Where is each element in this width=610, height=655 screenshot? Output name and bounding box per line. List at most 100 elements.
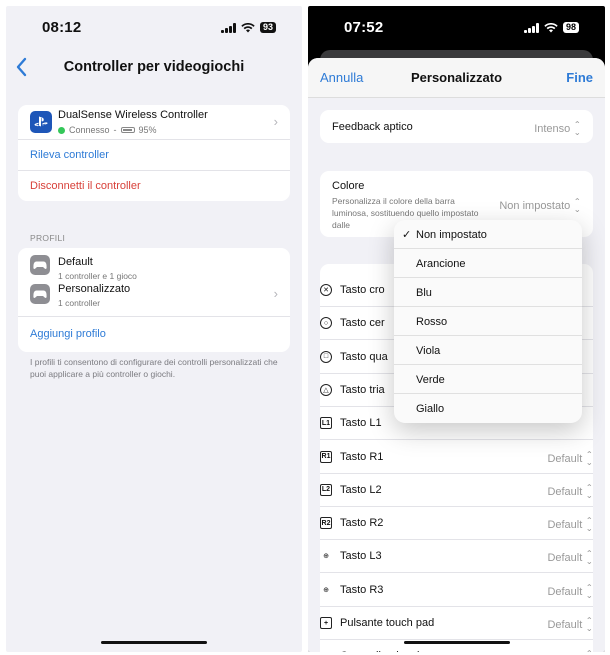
r3-button-icon: ⊕ [323,586,329,594]
button-mapping-label: Tasto R3 [340,583,384,596]
wifi-icon [544,22,558,32]
profile-editor-sheet: Annulla Personalizzato Fine Feedback apt… [308,58,605,652]
button-mapping-value[interactable]: Default⌃⌄ [547,450,593,467]
detect-controller-button[interactable]: Rileva controller [18,140,290,170]
left-phone-screen: 08:12 93 Controller per videogiochi Dual… [6,6,302,652]
sheet-header: Annulla Personalizzato Fine [308,58,605,98]
color-option[interactable]: Giallo [394,394,582,423]
done-button[interactable]: Fine [566,70,593,85]
chevron-up-down-icon: ⌃⌄ [586,650,593,652]
profile-subtitle: 1 controller [58,298,101,308]
button-mapping-label: Tasto cro [340,284,385,296]
button-mapping-label: Pulsante touch pad [340,617,435,629]
right-phone-screen: 07:52 98 Annulla Personalizzato Fine Fee… [308,6,605,652]
button-mapping-value[interactable]: Default⌃⌄ [547,482,594,500]
home-indicator [101,640,207,644]
button-mapping-row[interactable]: ⊕ Tasto L3 Default ⌃ ⌄ [320,540,593,574]
color-option[interactable]: Blu [394,278,582,307]
navigation-bar: Controller per videogiochi [6,50,302,86]
gamepad-icon [30,284,50,304]
status-time: 07:52 [344,19,384,36]
dpad-button-icon: ✣ [320,650,332,652]
button-mapping-value[interactable]: Default⌃⌄ [547,617,593,633]
haptic-value-text: Intenso [534,123,571,135]
button-mapping-row[interactable]: L2 Tasto L2 Default ⌃ ⌄ [320,474,593,507]
controller-row[interactable]: DualSense Wireless Controller Connesso -… [18,105,290,140]
button-mapping-label: Tasto R2 [340,517,384,530]
checkmark-icon: ✓ [402,229,412,241]
controller-state: Connesso [69,125,110,135]
battery-icon [120,127,135,133]
profile-row-personalizzato[interactable]: Personalizzato 1 controller › [18,280,290,317]
wifi-icon [241,22,255,32]
profiles-card: Default 1 controller e 1 gioco Personali… [18,248,290,352]
l1-button-icon: L1 [320,417,332,430]
status-bar: 07:52 98 [308,6,605,50]
touchpad-button-icon: + [320,617,332,629]
r1-button-icon: R1 [320,450,332,463]
status-icons: 93 [221,22,276,33]
button-mapping-label: Tasto R1 [340,450,384,463]
chevron-up-down-icon: ⌃⌄ [585,549,594,567]
triangle-button-icon: △ [320,383,332,396]
button-mapping-row[interactable]: + Pulsante touch pad Default ⌃ ⌄ [320,607,593,640]
controller-card: DualSense Wireless Controller Connesso -… [18,105,290,201]
cross-button-icon: ✕ [320,284,332,296]
add-profile-row[interactable]: Aggiungi profilo [18,317,290,352]
disconnect-controller-row[interactable]: Disconnetti il controller [18,171,290,201]
button-mapping-value[interactable]: Default⌃⌄ [547,650,593,652]
button-mapping-label: Tasto qua [340,350,388,363]
color-value[interactable]: Non impostato ⌃ ⌄ [499,198,581,214]
haptic-value[interactable]: Intenso ⌃ ⌄ [534,121,581,137]
color-option[interactable]: Viola [394,336,582,365]
button-mapping-value-text: Default [547,585,583,598]
chevron-up-down-icon: ⌃⌄ [573,120,582,137]
color-value-text: Non impostato [499,200,571,212]
button-mapping-label: Tasto L3 [340,550,382,563]
detect-controller-row[interactable]: Rileva controller [18,140,290,171]
chevron-right-icon: › [273,286,278,301]
chevron-up-down-icon: ⌃⌄ [585,582,594,600]
button-mapping-label: Tasto L2 [340,483,382,496]
home-indicator [403,640,510,644]
controller-battery: 95% [138,125,157,135]
r2-button-icon: R2 [320,517,332,530]
chevron-up-down-icon: ⌃⌄ [585,482,594,500]
color-option[interactable]: Arancione [394,249,582,278]
playstation-logo-icon [30,111,52,133]
cellular-signal-icon [221,22,236,33]
button-mapping-label: Tasto cer [340,317,385,330]
button-mapping-value[interactable]: Default⌃⌄ [547,517,593,533]
color-option[interactable]: Rosso [394,307,582,336]
color-dropdown-menu: ✓ Non impostato Arancione Blu Rosso Viola… [394,220,582,423]
button-mapping-row[interactable]: R2 Tasto R2 Default ⌃ ⌄ [320,507,593,541]
chevron-up-down-icon: ⌃⌄ [585,616,594,633]
circle-button-icon: ○ [320,317,332,330]
button-mapping-row[interactable]: R1 Tasto R1 Default ⌃ ⌄ [320,441,593,474]
button-mapping-value-text: Default [547,485,583,498]
profile-row-default[interactable]: Default 1 controller e 1 gioco [18,248,290,281]
profile-name: Default [58,256,93,268]
color-label: Colore [332,180,365,192]
disconnect-controller-button[interactable]: Disconnetti il controller [18,171,290,201]
sheet-title: Personalizzato [410,70,503,85]
status-time: 08:12 [42,19,82,36]
chevron-right-icon: › [273,114,278,129]
color-option[interactable]: ✓ Non impostato [394,220,582,249]
button-mapping-row[interactable]: ⊕ Tasto R3 Default ⌃ ⌄ [320,574,593,607]
haptic-feedback-row[interactable]: Feedback aptico Intenso ⌃ ⌄ [320,110,593,143]
add-profile-button[interactable]: Aggiungi profilo [18,317,290,352]
profiles-section-header: PROFILI [30,233,66,243]
status-separator: - [113,125,117,135]
l3-button-icon: ⊕ [323,553,329,561]
battery-indicator: 93 [259,22,276,33]
button-mapping-value-text: Default [547,519,583,532]
button-mapping-value-text: Default [547,452,583,465]
button-mapping-value[interactable]: Default⌃⌄ [547,582,594,600]
button-mapping-value[interactable]: Default⌃⌄ [547,550,593,566]
color-option[interactable]: Verde [394,365,582,394]
button-mapping-label: Croce direzionale [340,650,426,652]
connected-dot-icon [58,126,65,134]
profile-name: Personalizzato [58,283,131,295]
chevron-up-down-icon: ⌃⌄ [573,197,582,214]
